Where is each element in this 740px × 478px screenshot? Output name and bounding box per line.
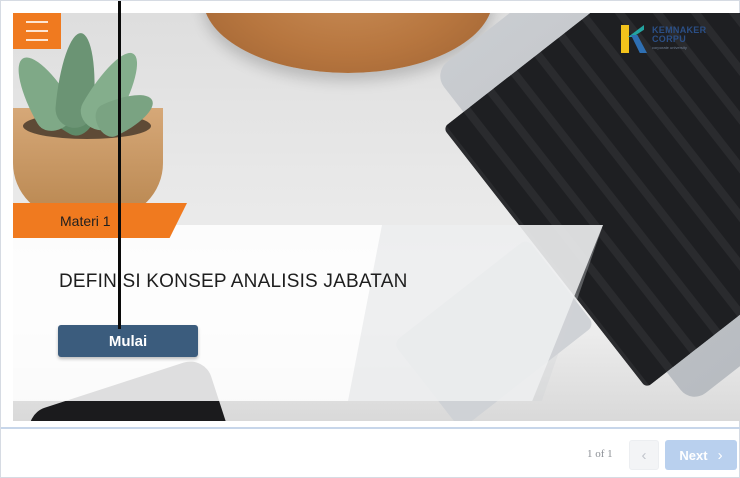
logo-tagline: corporate university [652, 45, 687, 50]
logo-line2: CORPU [652, 34, 687, 44]
materi-label: Materi 1 [60, 212, 111, 229]
logo-text: KEMNAKER CORPU corporate university [652, 26, 706, 50]
kemnaker-corpu-logo: KEMNAKER CORPU corporate university [619, 19, 731, 57]
menu-button[interactable] [13, 13, 61, 49]
hamburger-icon-bar [26, 39, 48, 41]
materi-tag: Materi 1 [13, 203, 187, 238]
slide-canvas: Materi 1 DEFINISI KONSEP ANALISIS JABATA… [13, 13, 740, 421]
course-player: Materi 1 DEFINISI KONSEP ANALISIS JABATA… [0, 0, 740, 478]
page-counter: 1 of 1 [587, 448, 613, 460]
hamburger-icon-bar [26, 21, 48, 23]
next-label: Next [679, 447, 708, 463]
slide-title: DEFINISI KONSEP ANALISIS JABATAN [59, 271, 408, 292]
chevron-left-icon: ‹ [641, 446, 647, 464]
chevron-right-icon: › [717, 446, 723, 464]
next-button[interactable]: Next › [665, 440, 737, 470]
kc-logo-icon [619, 21, 649, 55]
text-cursor-line [118, 1, 121, 329]
footer-divider [1, 427, 740, 429]
hamburger-icon-bar [26, 30, 48, 32]
previous-button[interactable]: ‹ [629, 440, 659, 470]
start-button[interactable]: Mulai [58, 325, 198, 357]
